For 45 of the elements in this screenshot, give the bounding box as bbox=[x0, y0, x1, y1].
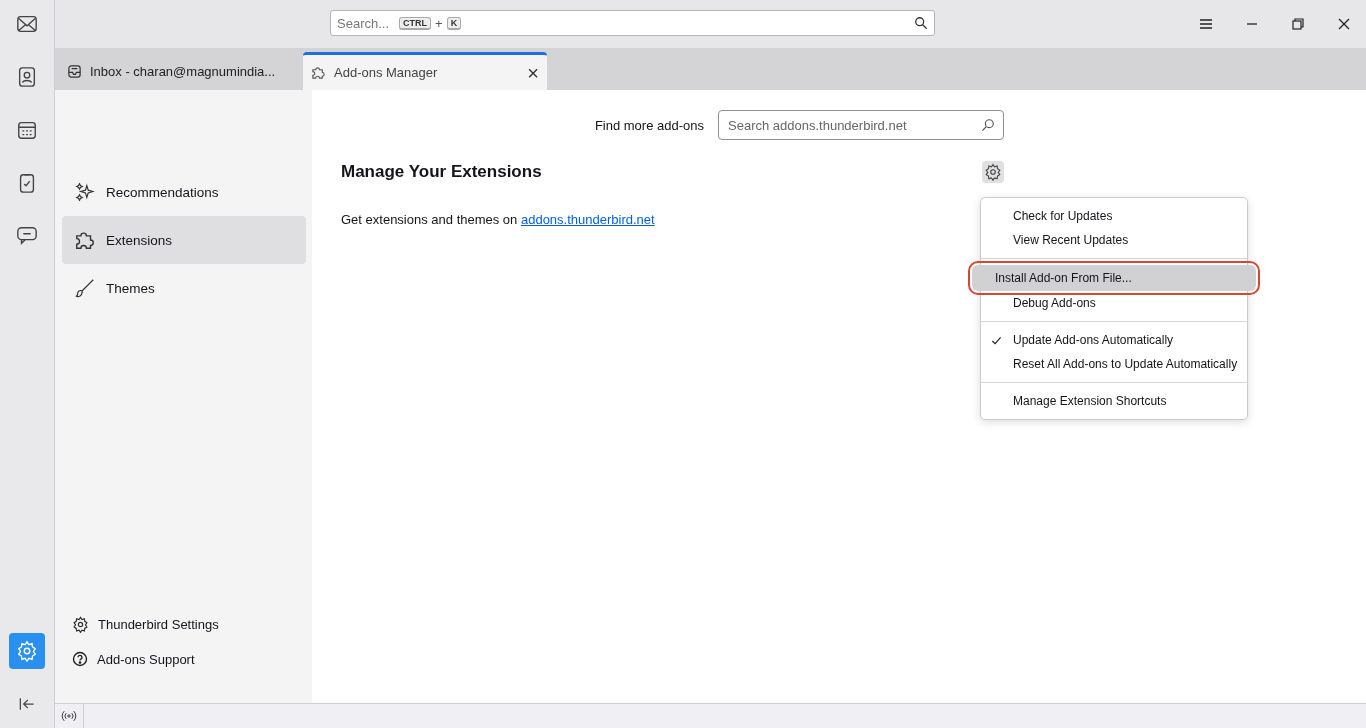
keyboard-key: CTRL bbox=[399, 16, 432, 30]
menu-item[interactable]: View Recent Updates bbox=[981, 228, 1247, 252]
menu-item[interactable]: Reset All Add-ons to Update Automatically bbox=[981, 352, 1247, 376]
addons-link[interactable]: addons.thunderbird.net bbox=[520, 212, 655, 227]
search-icon bbox=[981, 118, 995, 132]
addons-search-field[interactable]: Search addons.thunderbird.net bbox=[718, 110, 1004, 140]
tab[interactable]: Add-ons Manager × bbox=[303, 52, 547, 90]
find-more-label: Find more add-ons bbox=[594, 117, 704, 133]
restore-icon[interactable] bbox=[1290, 16, 1306, 32]
category-item[interactable]: Themes bbox=[62, 264, 306, 312]
menu-item[interactable]: Manage Extension Shortcuts bbox=[981, 389, 1247, 413]
intro-text: Get extensions and themes on addons.thunderbird.net bbox=[341, 212, 655, 227]
menu-icon[interactable] bbox=[1198, 16, 1214, 32]
menu-item[interactable]: Check for Updates bbox=[981, 204, 1247, 228]
help-icon bbox=[72, 651, 88, 667]
sparkle-icon bbox=[74, 181, 96, 203]
page-heading: Manage Your Extensions bbox=[341, 162, 542, 182]
keyboard-key: K bbox=[446, 16, 462, 30]
search-placeholder: Search... bbox=[337, 15, 390, 31]
checkmark-icon bbox=[991, 334, 1002, 346]
envelope-icon bbox=[16, 13, 38, 35]
sidebar-link[interactable]: Add-ons Support bbox=[72, 651, 306, 667]
close-tab-button[interactable]: × bbox=[527, 62, 539, 83]
settings-icon bbox=[16, 640, 38, 662]
address-book-icon bbox=[16, 66, 38, 88]
inbox-icon bbox=[67, 63, 82, 79]
search-field[interactable]: Search... CTRL + K bbox=[330, 10, 935, 36]
sidebar-link[interactable]: Thunderbird Settings bbox=[72, 616, 306, 633]
close-icon[interactable] bbox=[1336, 16, 1352, 32]
menu-item[interactable]: Debug Add-ons bbox=[981, 291, 1247, 315]
puzzle-icon bbox=[311, 65, 326, 80]
settings-space-button[interactable] bbox=[9, 633, 45, 669]
menu-item[interactable]: Update Add-ons Automatically bbox=[981, 328, 1247, 352]
settings-icon bbox=[984, 163, 1002, 181]
settings-icon bbox=[72, 616, 89, 633]
settings-button[interactable] bbox=[982, 161, 1004, 183]
category-item[interactable]: Extensions bbox=[62, 216, 306, 264]
tab[interactable]: Inbox - charan@magnumindia... bbox=[59, 52, 303, 90]
plus-sign: + bbox=[435, 15, 443, 31]
puzzle-icon bbox=[74, 229, 96, 251]
search-icon bbox=[914, 16, 928, 30]
calendar-icon bbox=[16, 119, 38, 141]
brush-icon bbox=[74, 277, 96, 299]
chat-bubble-icon bbox=[16, 225, 38, 247]
category-item[interactable]: Recommendations bbox=[62, 168, 306, 216]
